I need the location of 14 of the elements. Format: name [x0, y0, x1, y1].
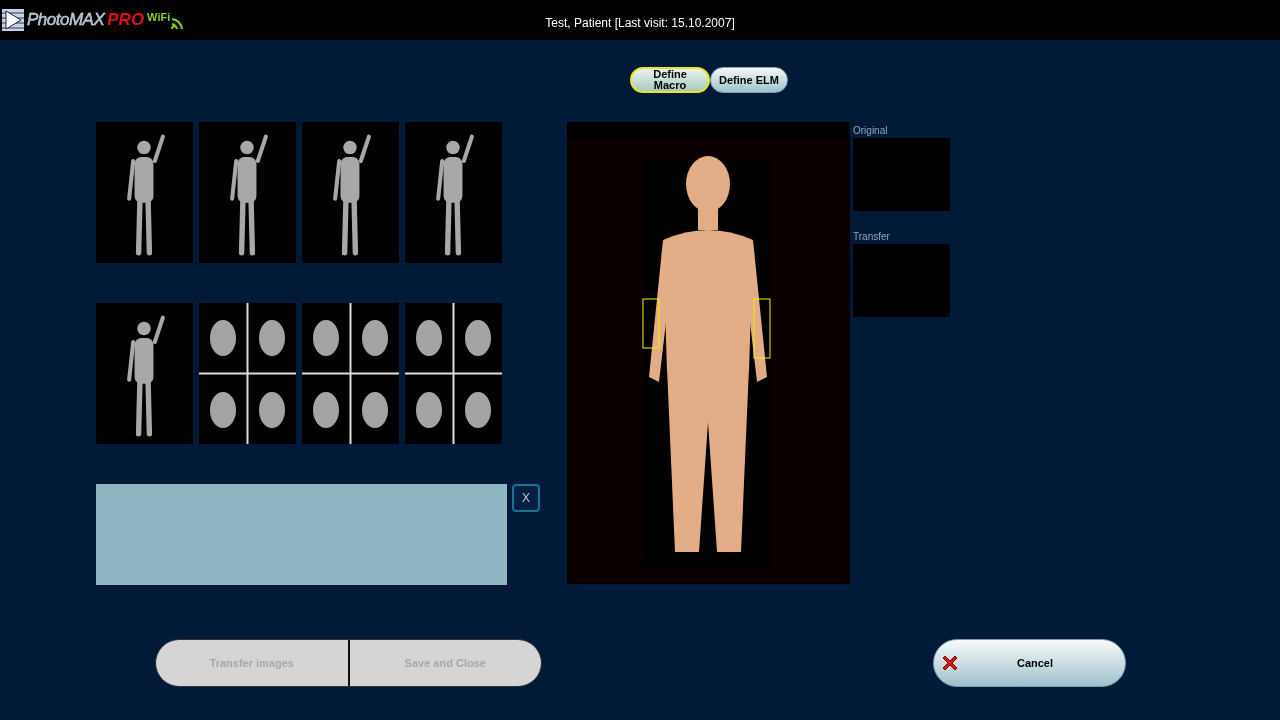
clear-button[interactable]: X [512, 484, 540, 512]
window-title: Test, Patient [Last visit: 15.10.2007] [545, 16, 735, 30]
slot-label: Transfer [853, 231, 891, 244]
logo-text: PhotoMAX [27, 10, 105, 30]
logo-edition: PRO [107, 10, 145, 30]
view-tab[interactable]: Define ELM [710, 67, 788, 93]
close-icon [941, 654, 959, 672]
slot-label: Original [853, 125, 889, 138]
logo-suffix-text: WiFi [147, 11, 171, 23]
logo-icon [2, 9, 24, 31]
wifi-icon [170, 17, 185, 31]
view-tab[interactable]: Define Macro [630, 67, 710, 93]
cancel-button[interactable]: Cancel [933, 639, 1126, 687]
notes-field[interactable] [96, 484, 507, 585]
